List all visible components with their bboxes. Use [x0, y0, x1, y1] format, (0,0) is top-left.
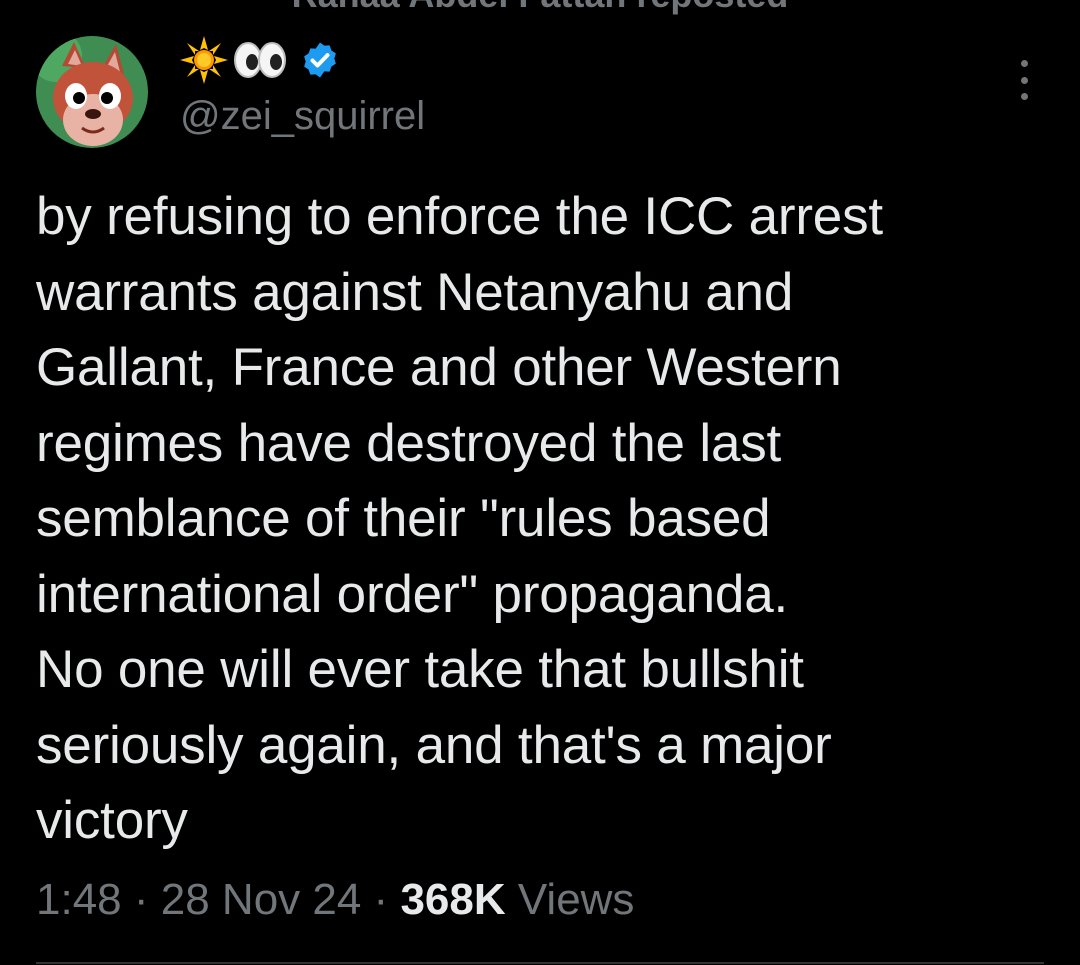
squirrel-avatar-image: [36, 36, 148, 148]
repost-indicator[interactable]: Rahaa Abdel Fattah reposted: [0, 0, 1080, 16]
divider: [36, 962, 1044, 964]
tweet-text-line: victory: [36, 791, 188, 850]
tweet-text-line: semblance of their "rules based: [36, 489, 771, 548]
tweet-text-line: No one will ever take that bullshit: [36, 640, 804, 699]
tweet-text-line: Gallant, France and other Western: [36, 338, 842, 397]
tweet-time[interactable]: 1:48: [36, 875, 122, 924]
tweet-text-line: seriously again, and that's a major: [36, 715, 832, 775]
author-handle[interactable]: @zei_squirrel: [180, 96, 425, 136]
more-dot-icon: [1020, 76, 1028, 84]
eyes-emoji-icon: [232, 38, 288, 87]
tweet-text-line: by refusing to enforce the ICC arrest: [36, 187, 883, 246]
views-label: Views: [517, 875, 635, 924]
tweet-text-line: warrants against Netanyahu and: [36, 262, 794, 322]
more-dot-icon: [1020, 60, 1028, 67]
tweet-date[interactable]: 28 Nov 24: [161, 875, 362, 924]
verified-badge-icon[interactable]: [300, 40, 340, 85]
meta-separator: ·: [121, 875, 161, 924]
tweet-text: by refusing to enforce the ICC arrest wa…: [36, 179, 1046, 859]
more-options-button[interactable]: [1006, 58, 1042, 102]
views-count[interactable]: 368K: [400, 875, 505, 924]
meta-separator: ·: [361, 875, 401, 924]
tweet-text-line: international order" propaganda.: [36, 564, 789, 624]
tweet-meta: 1:48 · 28 Nov 24 · 368K Views: [36, 872, 634, 928]
more-dot-icon: [1020, 93, 1028, 100]
sun-emoji-icon: [180, 35, 228, 89]
avatar[interactable]: [36, 36, 148, 148]
tweet-text-line: regimes have destroyed the last: [36, 413, 782, 473]
author-name-row[interactable]: [180, 35, 340, 87]
